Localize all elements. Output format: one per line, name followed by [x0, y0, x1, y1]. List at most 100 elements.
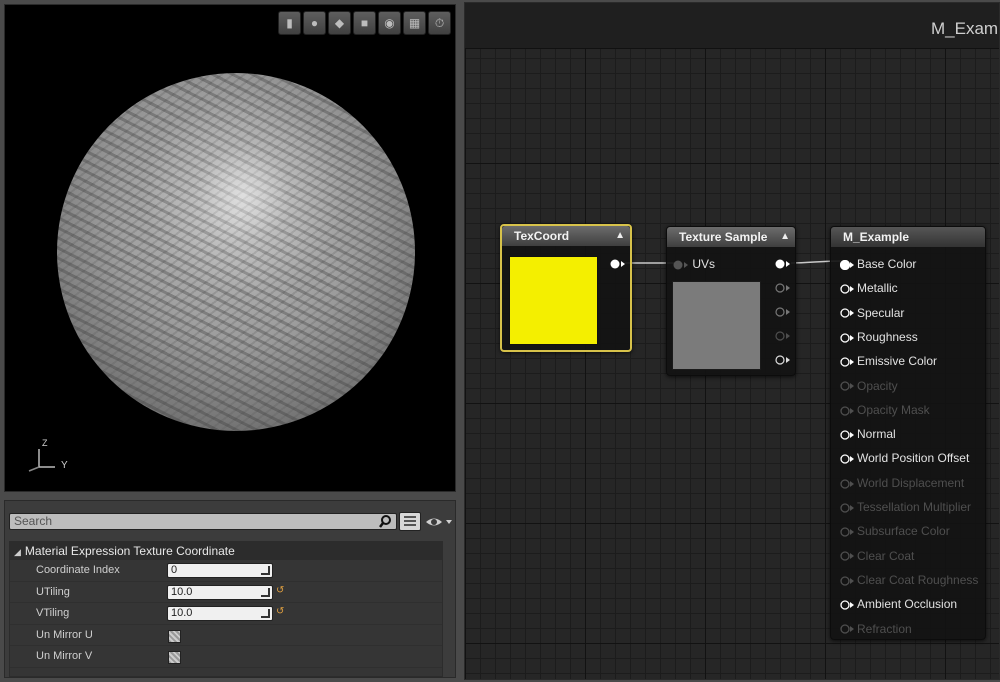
- eye-visibility-icon[interactable]: [425, 514, 453, 530]
- uvs-input-pin[interactable]: UVs: [673, 257, 715, 271]
- input-pin-icon[interactable]: [840, 308, 856, 319]
- field-value: 0: [171, 564, 178, 576]
- node-header[interactable]: Texture Sample ▲: [667, 227, 795, 247]
- pin-label: Tessellation Multiplier: [857, 500, 972, 514]
- search-icon[interactable]: [379, 514, 395, 529]
- details-panel: Search ◢ Material Expression Texture Coor…: [4, 500, 456, 678]
- g-output-pin-icon[interactable]: [775, 307, 791, 317]
- result-input-opacity-mask[interactable]: Opacity Mask: [840, 403, 930, 417]
- result-input-tessellation-multiplier[interactable]: Tessellation Multiplier: [840, 500, 971, 514]
- property-row-un-mirror-v: Un Mirror V: [10, 646, 442, 668]
- category-title: Material Expression Texture Coordinate: [24, 544, 235, 558]
- input-pin-icon[interactable]: [840, 600, 856, 610]
- reset-to-default-icon[interactable]: ↺: [276, 606, 284, 617]
- result-input-base-color[interactable]: Base Color: [840, 257, 916, 271]
- utiling-field[interactable]: 10.0: [167, 584, 273, 600]
- pin-label: Metallic: [857, 281, 898, 296]
- pin-label: World Displacement: [857, 475, 965, 490]
- input-pin-icon[interactable]: [840, 527, 856, 537]
- result-input-opacity[interactable]: Opacity: [840, 379, 898, 393]
- result-input-subsurface-color[interactable]: Subsurface Color: [840, 524, 950, 538]
- node-header[interactable]: M_Example: [831, 227, 985, 247]
- result-input-normal[interactable]: Normal: [840, 427, 896, 441]
- node-title: M_Example: [843, 230, 910, 244]
- input-pin-icon[interactable]: [840, 405, 856, 416]
- output-pin-icon[interactable]: [610, 259, 626, 269]
- r-output-pin-icon[interactable]: [775, 283, 791, 293]
- texture-preview-thumbnail: [672, 281, 761, 370]
- grid-toggle-icon[interactable]: ▦: [403, 11, 426, 35]
- cube-preview-icon[interactable]: ■: [353, 11, 376, 35]
- plane-preview-icon[interactable]: ◆: [328, 11, 351, 35]
- input-pin-icon[interactable]: [840, 454, 856, 464]
- search-input[interactable]: Search: [9, 513, 397, 530]
- result-input-metallic[interactable]: Metallic: [840, 281, 898, 295]
- result-input-refraction[interactable]: Refraction: [840, 622, 912, 636]
- input-pin-icon[interactable]: [840, 357, 856, 367]
- input-pin-icon[interactable]: [840, 430, 856, 440]
- texcoord-preview-swatch: [509, 256, 598, 345]
- pin-label: Ambient Occlusion: [857, 597, 958, 612]
- result-input-clear-coat-roughness[interactable]: Clear Coat Roughness: [840, 573, 978, 587]
- preview-sphere[interactable]: [57, 73, 415, 431]
- realtime-toggle-icon[interactable]: ⏱: [428, 11, 451, 35]
- spinner-icon[interactable]: [261, 609, 270, 618]
- input-pin-icon[interactable]: [840, 503, 856, 513]
- input-pin-icon[interactable]: [840, 551, 856, 562]
- result-input-world-position-offset[interactable]: World Position Offset: [840, 451, 969, 465]
- input-pin-icon[interactable]: [840, 333, 856, 343]
- vtiling-field[interactable]: 10.0: [167, 606, 273, 621]
- custom-mesh-icon[interactable]: ◉: [378, 11, 401, 35]
- node-header[interactable]: TexCoord ▲: [502, 226, 630, 246]
- spinner-icon[interactable]: [261, 566, 270, 575]
- result-input-clear-coat[interactable]: Clear Coat: [840, 549, 914, 563]
- result-input-emissive-color[interactable]: Emissive Color: [840, 354, 937, 368]
- input-pin-icon[interactable]: [673, 260, 689, 270]
- b-output-pin-icon[interactable]: [775, 331, 791, 341]
- list-view-button[interactable]: [399, 512, 421, 531]
- result-input-roughness[interactable]: Roughness: [840, 330, 918, 344]
- reset-to-default-icon[interactable]: ↺: [276, 585, 284, 596]
- collapse-arrow-icon[interactable]: ▲: [780, 227, 790, 247]
- input-pin-icon[interactable]: [840, 576, 856, 586]
- un-mirror-u-checkbox[interactable]: [168, 629, 181, 643]
- pin-label: Subsurface Color: [857, 524, 950, 539]
- material-graph-canvas[interactable]: M_Example TexCoord ▲ Texture Sample ▲ UV…: [464, 2, 1000, 680]
- input-pin-icon[interactable]: [840, 624, 856, 634]
- material-preview-viewport[interactable]: ▮ ● ◆ ■ ◉ ▦ ⏱ Z Y: [4, 4, 456, 492]
- collapse-arrow-icon[interactable]: ▲: [615, 226, 625, 246]
- a-output-pin-icon[interactable]: [775, 355, 791, 365]
- pin-label: Opacity Mask: [857, 402, 930, 417]
- input-pin-icon[interactable]: [840, 478, 856, 489]
- property-label: UTiling: [36, 585, 70, 598]
- graph-title-bar: M_Example: [465, 3, 999, 49]
- spinner-icon[interactable]: [261, 587, 270, 597]
- pin-label: Clear Coat: [857, 548, 915, 563]
- property-row-coordinate-index: Coordinate Index 0: [10, 560, 442, 582]
- result-input-specular[interactable]: Specular: [840, 306, 904, 320]
- property-label: Un Mirror V: [36, 650, 93, 662]
- pin-label: Specular: [857, 305, 905, 320]
- search-placeholder: Search: [14, 514, 53, 528]
- property-category: ◢ Material Expression Texture Coordinate …: [9, 541, 443, 677]
- pin-label: Clear Coat Roughness: [857, 572, 979, 587]
- un-mirror-v-checkbox[interactable]: [168, 651, 181, 664]
- node-title: TexCoord: [514, 229, 570, 243]
- rgb-output-pin-icon[interactable]: [775, 259, 791, 269]
- result-input-ambient-occlusion[interactable]: Ambient Occlusion: [840, 597, 957, 611]
- result-input-world-displacement[interactable]: World Displacement: [840, 476, 964, 490]
- input-pin-icon[interactable]: [840, 381, 856, 391]
- coordinate-index-field[interactable]: 0: [167, 563, 273, 578]
- viewport-toolbar: ▮ ● ◆ ■ ◉ ▦ ⏱: [278, 11, 451, 35]
- input-pin-icon[interactable]: [840, 284, 856, 294]
- property-row-vtiling: VTiling 10.0 ↺: [10, 603, 442, 625]
- texcoord-node[interactable]: TexCoord ▲: [500, 224, 632, 352]
- property-label: VTiling: [36, 607, 70, 619]
- input-pin-icon[interactable]: [840, 259, 856, 270]
- material-result-node[interactable]: M_Example Base Color Metallic Specular Roug…: [830, 226, 986, 640]
- cylinder-preview-icon[interactable]: ▮: [278, 11, 301, 35]
- category-header[interactable]: ◢ Material Expression Texture Coordinate: [10, 542, 442, 560]
- sphere-preview-icon[interactable]: ●: [303, 11, 326, 35]
- collapse-triangle-icon[interactable]: ◢: [14, 547, 21, 557]
- texture-sample-node[interactable]: Texture Sample ▲ UVs: [666, 226, 796, 376]
